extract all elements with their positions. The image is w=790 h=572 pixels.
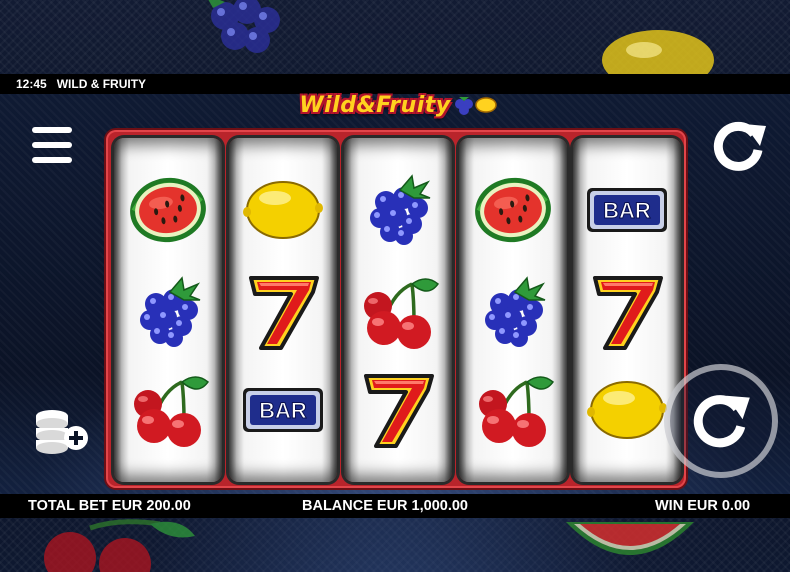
logo-blackberry-icon (454, 97, 473, 115)
clock-time: 12:45 (16, 77, 47, 91)
refresh-icon (713, 121, 766, 171)
bet-settings-button[interactable] (30, 406, 92, 456)
bar-symbol: BAR (241, 368, 325, 452)
info-bar: TOTAL BET EUR 200.00 BALANCE EUR 1,000.0… (0, 494, 790, 518)
menu-icon-bar (32, 127, 72, 133)
game-title: WILD & FRUITY (56, 77, 147, 91)
bar-symbol-label: BAR (259, 398, 307, 423)
menu-icon-bar (32, 142, 72, 148)
menu-icon-bar (32, 157, 72, 163)
coins-plus-icon (36, 410, 88, 454)
seven-symbol (241, 270, 325, 354)
spin-button[interactable] (664, 364, 778, 478)
spin-icon (693, 395, 750, 448)
background-blackberry-decor (208, 0, 280, 53)
seven-symbol (585, 270, 669, 354)
blackberry-symbol (126, 270, 210, 354)
balance: BALANCE EUR 1,000.00 (302, 498, 468, 514)
autoplay-button[interactable] (710, 116, 770, 176)
logo-lemon-icon (474, 97, 497, 113)
watermelon-symbol (471, 168, 555, 252)
background-watermelon-decor (566, 522, 694, 555)
logo-text: Wild&Fruity (299, 92, 451, 118)
background-lemon-decor (602, 30, 714, 82)
blackberry-symbol (356, 168, 440, 252)
cherry-symbol (356, 270, 440, 354)
blackberry-symbol (471, 270, 555, 354)
game-logo: Wild&Fruity (288, 88, 508, 122)
win-amount: WIN EUR 0.00 (655, 498, 751, 514)
bar-symbol: BAR (585, 168, 669, 252)
cherry-symbol (126, 368, 210, 452)
total-bet: TOTAL BET EUR 200.00 (28, 498, 191, 514)
lemon-symbol (585, 368, 669, 452)
seven-symbol (356, 368, 440, 452)
watermelon-symbol (126, 168, 210, 252)
background-cherry-decor (44, 519, 195, 572)
lemon-symbol (241, 168, 325, 252)
menu-button[interactable] (32, 127, 72, 163)
cherry-symbol (471, 368, 555, 452)
bar-symbol-label: BAR (603, 198, 651, 223)
